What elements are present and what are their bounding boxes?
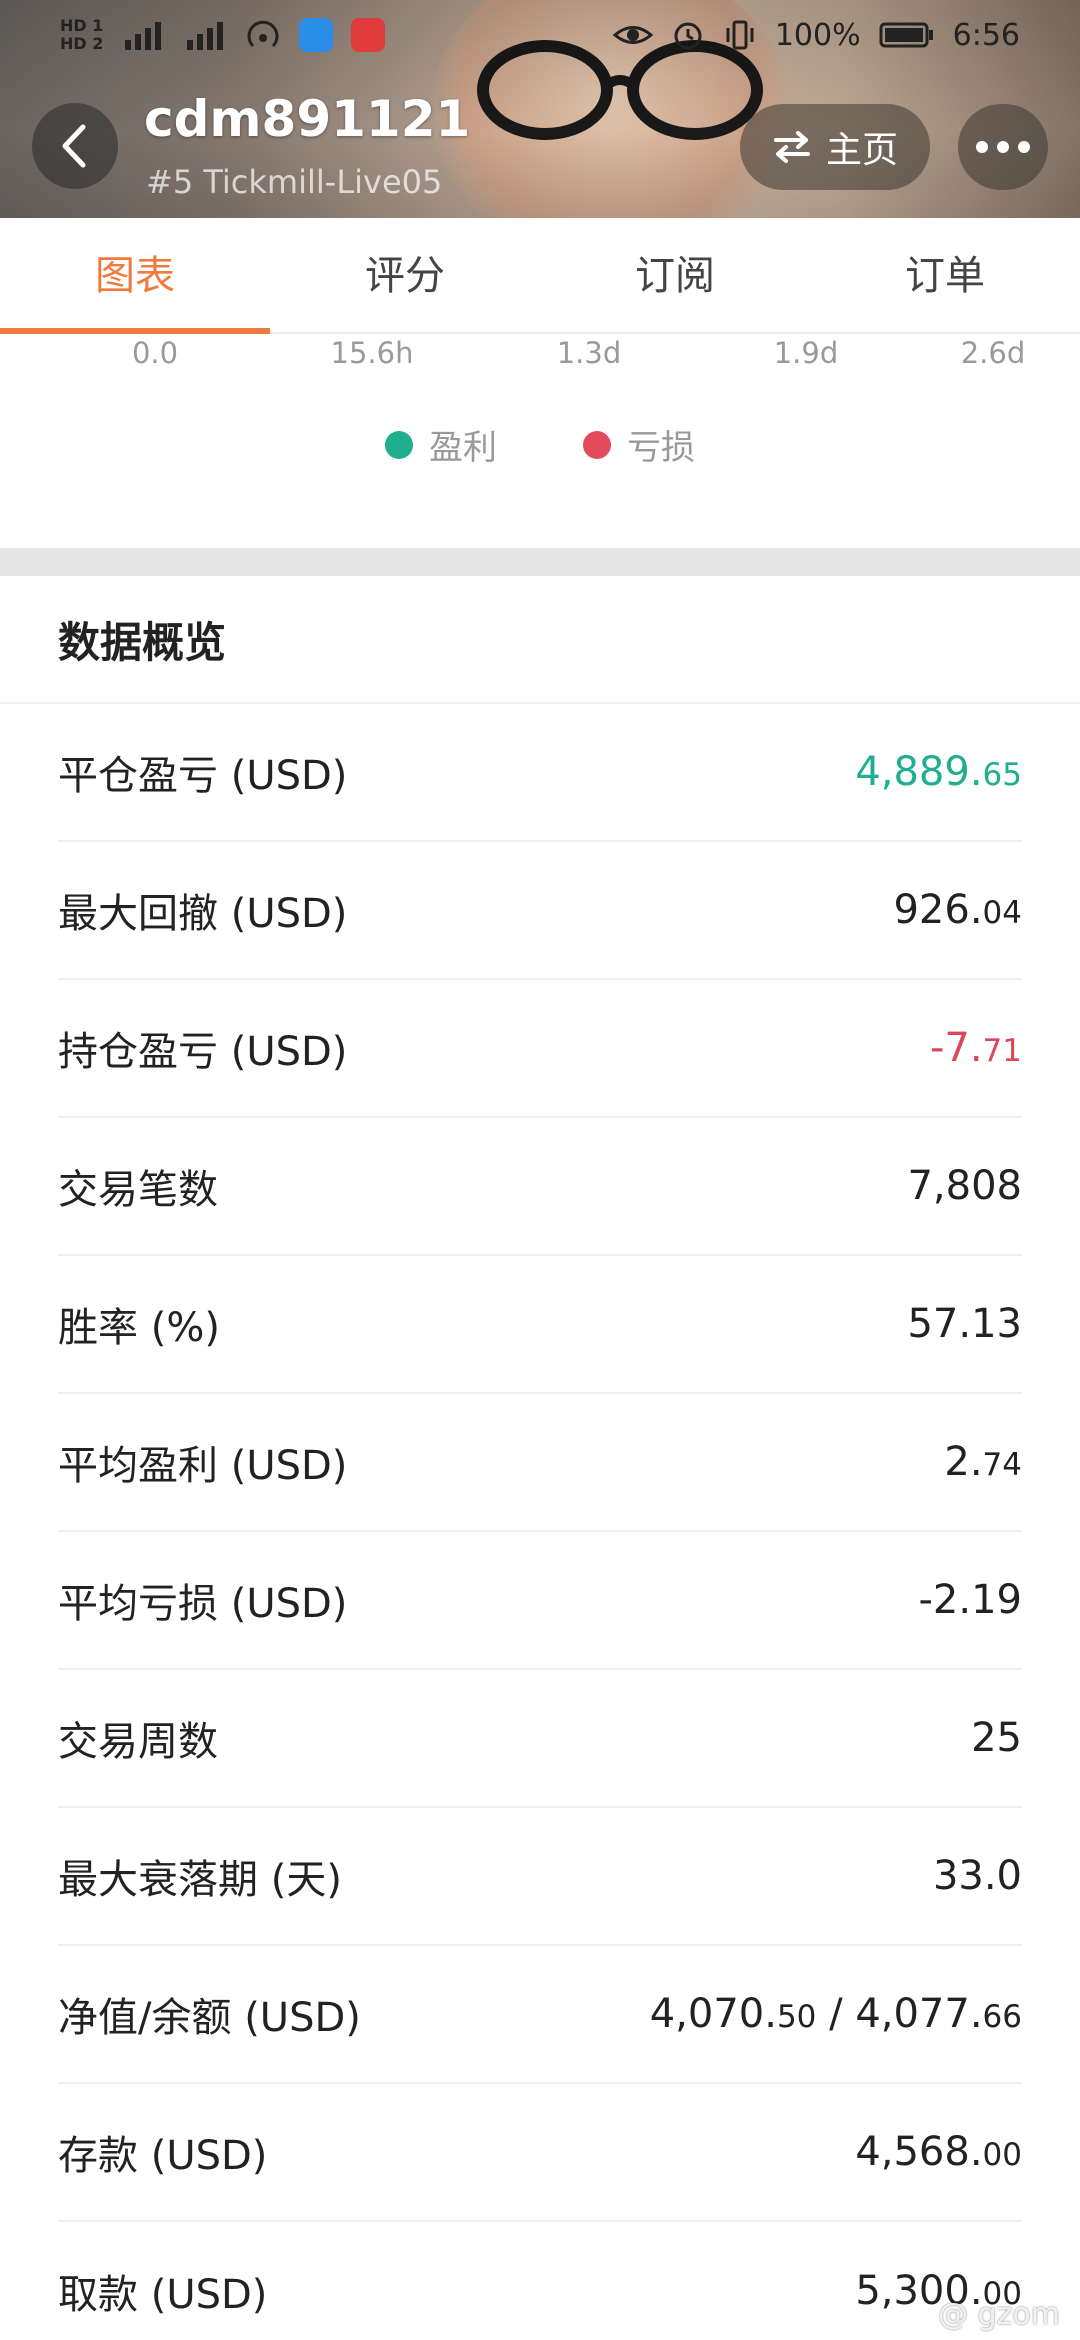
battery-icon (879, 22, 933, 48)
stat-row-trading-weeks: 交易周数 25 (58, 1670, 1022, 1808)
stat-value: 4,070.50 / 4,077.66 (650, 1991, 1022, 2037)
stat-label: 最大回撤 (USD) (58, 891, 348, 937)
stat-value: 2.74 (944, 1439, 1022, 1485)
profit-dot-icon (385, 430, 413, 459)
stat-value-dec: 00 (982, 2137, 1022, 2173)
stat-value: 4,889.65 (855, 749, 1022, 795)
stat-value-dec: 71 (982, 1033, 1022, 1069)
stat-label: 平均盈利 (USD) (58, 1443, 348, 1489)
chart-x-axis: 0.0 15.6h 1.3d 1.9d 2.6d (0, 336, 1080, 376)
signal-icon-2 (187, 22, 224, 50)
stat-value-dec: 50 (776, 1999, 817, 2035)
legend-profit-label: 盈利 (429, 428, 497, 468)
stat-value: 33.0 (932, 1853, 1022, 1899)
chart-legend: 盈利 亏损 (0, 420, 1080, 469)
app-notification-icon-2 (351, 18, 386, 52)
x-tick: 0.0 (131, 336, 179, 370)
tab-orders[interactable]: 订单 (810, 218, 1080, 332)
stat-row-trade-count: 交易笔数 7,808 (58, 1118, 1022, 1256)
clock: 6:56 (952, 17, 1020, 53)
stat-value-int: 4,568. (855, 2129, 983, 2175)
x-tick: 15.6h (330, 336, 414, 370)
account-subtitle: #5 Tickmill-Live05 (146, 163, 443, 201)
eye-icon (612, 26, 653, 44)
swap-icon (773, 131, 810, 163)
stat-value-dec: 04 (982, 895, 1022, 931)
overview-list: 平仓盈亏 (USD) 4,889.65 最大回撤 (USD) 926.04 持仓… (58, 704, 1022, 2340)
more-button[interactable] (958, 104, 1048, 190)
more-dot-icon (976, 141, 988, 153)
section-divider (0, 548, 1080, 576)
stat-label: 取款 (USD) (58, 2272, 268, 2318)
stat-label: 交易周数 (58, 1719, 218, 1765)
stat-value-dec: 65 (982, 757, 1022, 793)
loss-dot-icon (583, 430, 611, 459)
stat-label: 平仓盈亏 (USD) (58, 753, 348, 799)
stat-label: 存款 (USD) (58, 2133, 268, 2179)
stat-row-avg-profit: 平均盈利 (USD) 2.74 (58, 1394, 1022, 1532)
stat-label: 胜率 (%) (58, 1305, 220, 1351)
stat-label: 交易笔数 (58, 1167, 218, 1213)
stat-value: 926.04 (893, 887, 1022, 933)
stat-value: 4,568.00 (855, 2129, 1022, 2175)
account-name: cdm891121 (144, 90, 471, 148)
hotspot-icon (247, 20, 279, 48)
sim-indicator: HD 1 HD 2 (60, 17, 103, 53)
legend-profit[interactable]: 盈利 (385, 420, 497, 469)
stat-value-int: / 4,077. (816, 1991, 983, 2037)
battery-percent: 100% (774, 17, 861, 53)
sim1-label: HD 1 (60, 16, 104, 35)
stat-value: 7,808 (907, 1163, 1022, 1209)
stat-value-int: 4,070. (649, 1991, 777, 2037)
status-bar: HD 1 HD 2 100% 6:56 (0, 0, 1080, 70)
app-notification-icon (299, 18, 334, 52)
tab-rating[interactable]: 评分 (270, 218, 540, 332)
tab-subscribe[interactable]: 订阅 (540, 218, 810, 332)
stat-value: 25 (971, 1715, 1022, 1761)
stat-label: 持仓盈亏 (USD) (58, 1029, 348, 1075)
stat-value: 57.13 (907, 1301, 1022, 1347)
stat-label: 平均亏损 (USD) (58, 1581, 348, 1627)
more-dot-icon (997, 141, 1009, 153)
back-button[interactable] (32, 103, 118, 189)
legend-loss-label: 亏损 (627, 428, 695, 468)
home-button-label: 主页 (825, 130, 898, 171)
watermark: @ gzom (938, 2297, 1060, 2332)
home-button[interactable]: 主页 (740, 104, 930, 190)
stat-value-int: 926. (893, 887, 983, 933)
stat-row-closed-pl: 平仓盈亏 (USD) 4,889.65 (58, 704, 1022, 842)
stat-value-int: 4,889. (855, 749, 983, 795)
chevron-left-icon (62, 124, 86, 168)
stat-row-max-drawdown: 最大回撤 (USD) 926.04 (58, 842, 1022, 980)
stat-value-dec: 74 (982, 1447, 1022, 1483)
overview-title: 数据概览 (0, 576, 1080, 704)
stat-value: -2.19 (918, 1577, 1023, 1623)
x-tick: 1.9d (773, 336, 839, 370)
legend-loss[interactable]: 亏损 (583, 420, 695, 469)
x-tick: 2.6d (960, 336, 1026, 370)
stat-row-win-rate: 胜率 (%) 57.13 (58, 1256, 1022, 1394)
tab-chart[interactable]: 图表 (0, 218, 270, 334)
stat-row-open-pl: 持仓盈亏 (USD) -7.71 (58, 980, 1022, 1118)
stat-row-max-decline-period: 最大衰落期 (天) 33.0 (58, 1808, 1022, 1946)
stat-label: 净值/余额 (USD) (58, 1995, 361, 2041)
signal-icon (125, 22, 162, 50)
alarm-icon (674, 22, 702, 50)
x-tick: 1.3d (556, 336, 622, 370)
stat-row-deposit: 存款 (USD) 4,568.00 (58, 2084, 1022, 2222)
stat-row-avg-loss: 平均亏损 (USD) -2.19 (58, 1532, 1022, 1670)
stat-value: -7.71 (930, 1025, 1022, 1071)
sim2-label: HD 2 (60, 34, 104, 53)
more-dot-icon (1018, 141, 1030, 153)
stat-row-withdrawal: 取款 (USD) 5,300.00 (58, 2222, 1022, 2340)
profile-header: HD 1 HD 2 100% 6:56 cdm891121 #5 Tickmil… (0, 0, 1080, 218)
stat-value-dec: 66 (982, 1999, 1022, 2035)
tab-bar: 图表 评分 订阅 订单 (0, 218, 1080, 334)
stat-value-int: 2. (944, 1439, 983, 1485)
vibrate-icon (726, 20, 754, 50)
stat-label: 最大衰落期 (天) (58, 1857, 342, 1903)
stat-value-int: -7. (929, 1025, 983, 1071)
stat-row-equity-balance: 净值/余额 (USD) 4,070.50 / 4,077.66 (58, 1946, 1022, 2084)
